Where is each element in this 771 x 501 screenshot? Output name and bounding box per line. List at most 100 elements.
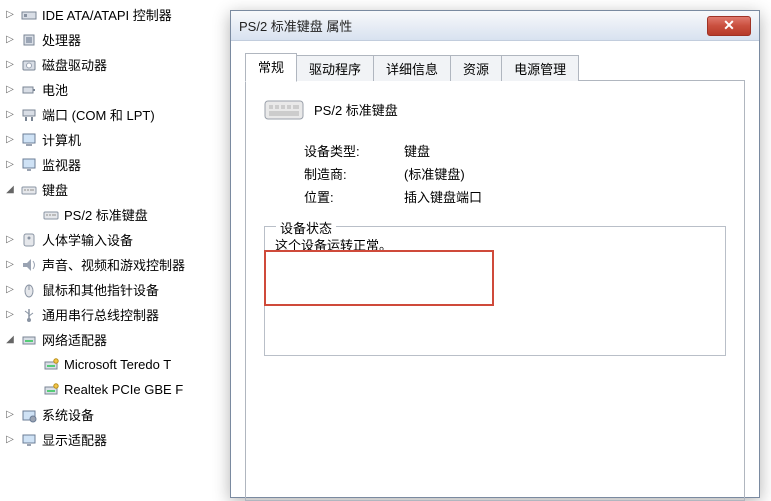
property-row: 设备类型:键盘: [304, 141, 726, 160]
tree-item-label: 网络适配器: [42, 330, 107, 349]
tree-item[interactable]: ▷ 系统设备: [4, 402, 240, 427]
tree-item-label: 处理器: [42, 30, 81, 49]
keyboard-icon: [20, 181, 38, 199]
properties-dialog: PS/2 标准键盘 属性 ✕ 常规驱动程序详细信息资源电源管理 PS/2 标准键…: [230, 10, 760, 498]
tree-item-label: 监视器: [42, 155, 81, 174]
expand-icon[interactable]: ▷: [4, 134, 16, 146]
property-key: 制造商:: [304, 164, 404, 183]
tab-2[interactable]: 详细信息: [373, 55, 451, 81]
device-header: PS/2 标准键盘: [264, 95, 726, 123]
keyboard-icon: [264, 95, 304, 123]
expand-icon[interactable]: ▷: [4, 159, 16, 171]
tree-item[interactable]: ▷ 声音、视频和游戏控制器: [4, 252, 240, 277]
expand-icon[interactable]: ▷: [4, 259, 16, 271]
property-key: 设备类型:: [304, 141, 404, 160]
no-twisty: [26, 384, 38, 396]
mouse-icon: [20, 281, 38, 299]
tree-item[interactable]: ▷ 鼠标和其他指针设备: [4, 277, 240, 302]
sound-icon: [20, 256, 38, 274]
computer-icon: [20, 131, 38, 149]
collapse-icon[interactable]: ◢: [4, 334, 16, 346]
tree-item-label: 键盘: [42, 180, 68, 199]
tree-item[interactable]: ▷ 显示适配器: [4, 427, 240, 452]
property-value: 插入键盘端口: [404, 187, 482, 206]
tree-item[interactable]: PS/2 标准键盘: [4, 202, 240, 227]
expand-icon[interactable]: ▷: [4, 409, 16, 421]
tree-item[interactable]: ◢ 网络适配器: [4, 327, 240, 352]
no-twisty: [26, 209, 38, 221]
tree-item[interactable]: ▷ 计算机: [4, 127, 240, 152]
disk-icon: [20, 56, 38, 74]
system-icon: [20, 406, 38, 424]
tree-item[interactable]: Microsoft Teredo T: [4, 352, 240, 377]
tree-item[interactable]: Realtek PCIe GBE F: [4, 377, 240, 402]
titlebar[interactable]: PS/2 标准键盘 属性 ✕: [231, 11, 759, 41]
tree-item-label: 计算机: [42, 130, 81, 149]
monitor-icon: [20, 156, 38, 174]
expand-icon[interactable]: ▷: [4, 84, 16, 96]
expand-icon[interactable]: ▷: [4, 34, 16, 46]
property-row: 制造商:(标准键盘): [304, 164, 726, 183]
tree-item-label: 人体学输入设备: [42, 230, 133, 249]
tree-item-label: Microsoft Teredo T: [64, 357, 171, 372]
close-button[interactable]: ✕: [707, 16, 751, 36]
tab-strip: 常规驱动程序详细信息资源电源管理: [245, 53, 745, 81]
expand-icon[interactable]: ▷: [4, 109, 16, 121]
property-value: (标准键盘): [404, 164, 465, 183]
tab-4[interactable]: 电源管理: [501, 55, 579, 81]
hid-icon: [20, 231, 38, 249]
tab-1[interactable]: 驱动程序: [296, 55, 374, 81]
nic-icon: [42, 356, 60, 374]
tree-item-label: Realtek PCIe GBE F: [64, 382, 183, 397]
status-text: 这个设备运转正常。: [275, 238, 392, 253]
expand-icon[interactable]: ▷: [4, 434, 16, 446]
device-name: PS/2 标准键盘: [314, 100, 398, 119]
close-icon: ✕: [723, 17, 735, 34]
dialog-body: 常规驱动程序详细信息资源电源管理 PS/2 标准键盘 设备类型:键盘制造商:(标…: [231, 41, 759, 497]
display-icon: [20, 431, 38, 449]
no-twisty: [26, 359, 38, 371]
device-tree: ▷ IDE ATA/ATAPI 控制器 ▷ 处理器 ▷ 磁盘驱动器 ▷ 电池 ▷ 端口 (COM …: [0, 0, 240, 452]
network-icon: [20, 331, 38, 349]
tree-item-label: IDE ATA/ATAPI 控制器: [42, 5, 172, 24]
dialog-title: PS/2 标准键盘 属性: [239, 16, 703, 35]
keyboard-icon: [42, 206, 60, 224]
port-icon: [20, 106, 38, 124]
tree-item[interactable]: ◢ 键盘: [4, 177, 240, 202]
tree-item-label: 声音、视频和游戏控制器: [42, 255, 185, 274]
tree-item-label: 电池: [42, 80, 68, 99]
tree-item-label: 磁盘驱动器: [42, 55, 107, 74]
tree-item-label: 鼠标和其他指针设备: [42, 280, 159, 299]
tree-item[interactable]: ▷ IDE ATA/ATAPI 控制器: [4, 2, 240, 27]
tab-panel-general: PS/2 标准键盘 设备类型:键盘制造商:(标准键盘)位置:插入键盘端口 设备状…: [245, 81, 745, 501]
tree-item[interactable]: ▷ 通用串行总线控制器: [4, 302, 240, 327]
tree-item[interactable]: ▷ 处理器: [4, 27, 240, 52]
ide-icon: [20, 6, 38, 24]
battery-icon: [20, 81, 38, 99]
expand-icon[interactable]: ▷: [4, 9, 16, 21]
expand-icon[interactable]: ▷: [4, 234, 16, 246]
property-value: 键盘: [404, 141, 430, 160]
tree-item[interactable]: ▷ 监视器: [4, 152, 240, 177]
tree-item[interactable]: ▷ 磁盘驱动器: [4, 52, 240, 77]
status-textbox[interactable]: 这个设备运转正常。: [264, 226, 726, 356]
tab-3[interactable]: 资源: [450, 55, 502, 81]
expand-icon[interactable]: ▷: [4, 284, 16, 296]
property-row: 位置:插入键盘端口: [304, 187, 726, 206]
tree-item-label: 通用串行总线控制器: [42, 305, 159, 324]
expand-icon[interactable]: ▷: [4, 309, 16, 321]
status-legend: 设备状态: [276, 218, 336, 237]
tree-item[interactable]: ▷ 人体学输入设备: [4, 227, 240, 252]
tree-item[interactable]: ▷ 电池: [4, 77, 240, 102]
tree-item-label: PS/2 标准键盘: [64, 205, 148, 224]
tree-item-label: 系统设备: [42, 405, 94, 424]
cpu-icon: [20, 31, 38, 49]
tree-item-label: 显示适配器: [42, 430, 107, 449]
property-key: 位置:: [304, 187, 404, 206]
nic-icon: [42, 381, 60, 399]
tree-item[interactable]: ▷ 端口 (COM 和 LPT): [4, 102, 240, 127]
expand-icon[interactable]: ▷: [4, 59, 16, 71]
tree-item-label: 端口 (COM 和 LPT): [42, 105, 155, 124]
collapse-icon[interactable]: ◢: [4, 184, 16, 196]
tab-0[interactable]: 常规: [245, 53, 297, 82]
